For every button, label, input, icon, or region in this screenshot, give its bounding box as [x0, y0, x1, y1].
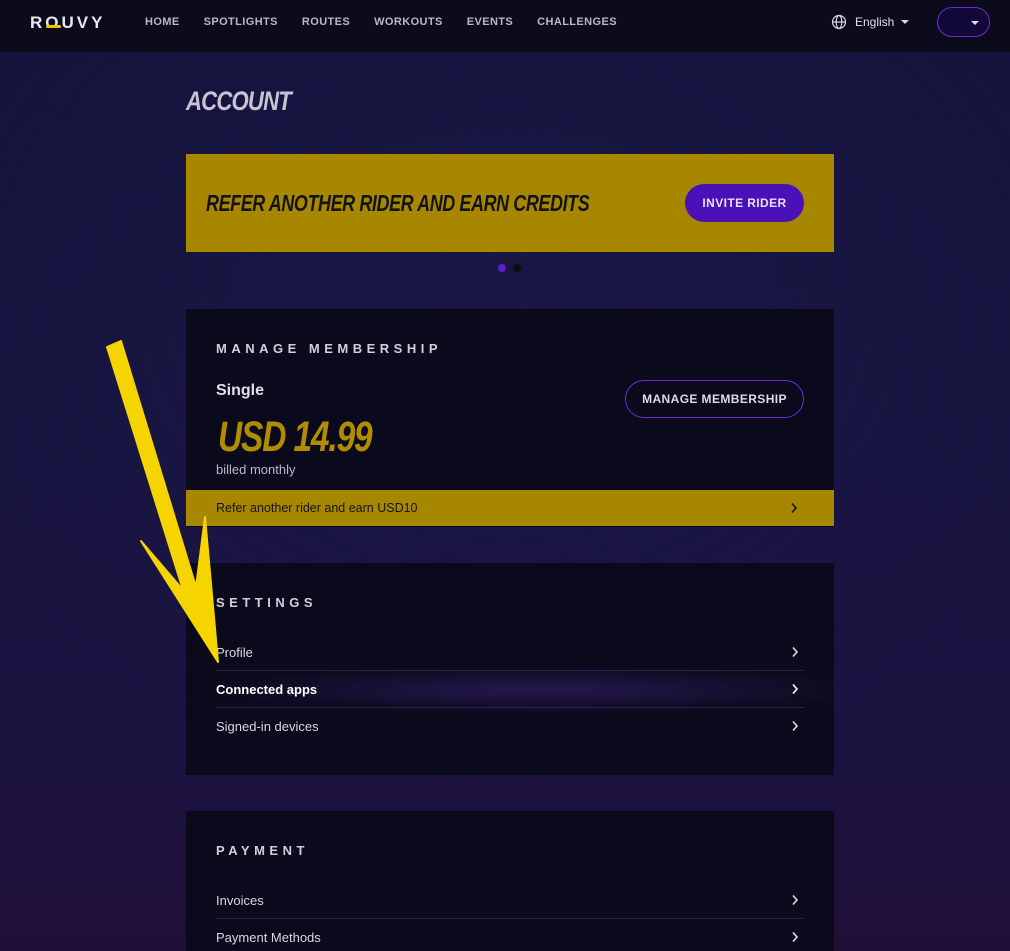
annotation-arrow-icon	[106, 340, 219, 663]
